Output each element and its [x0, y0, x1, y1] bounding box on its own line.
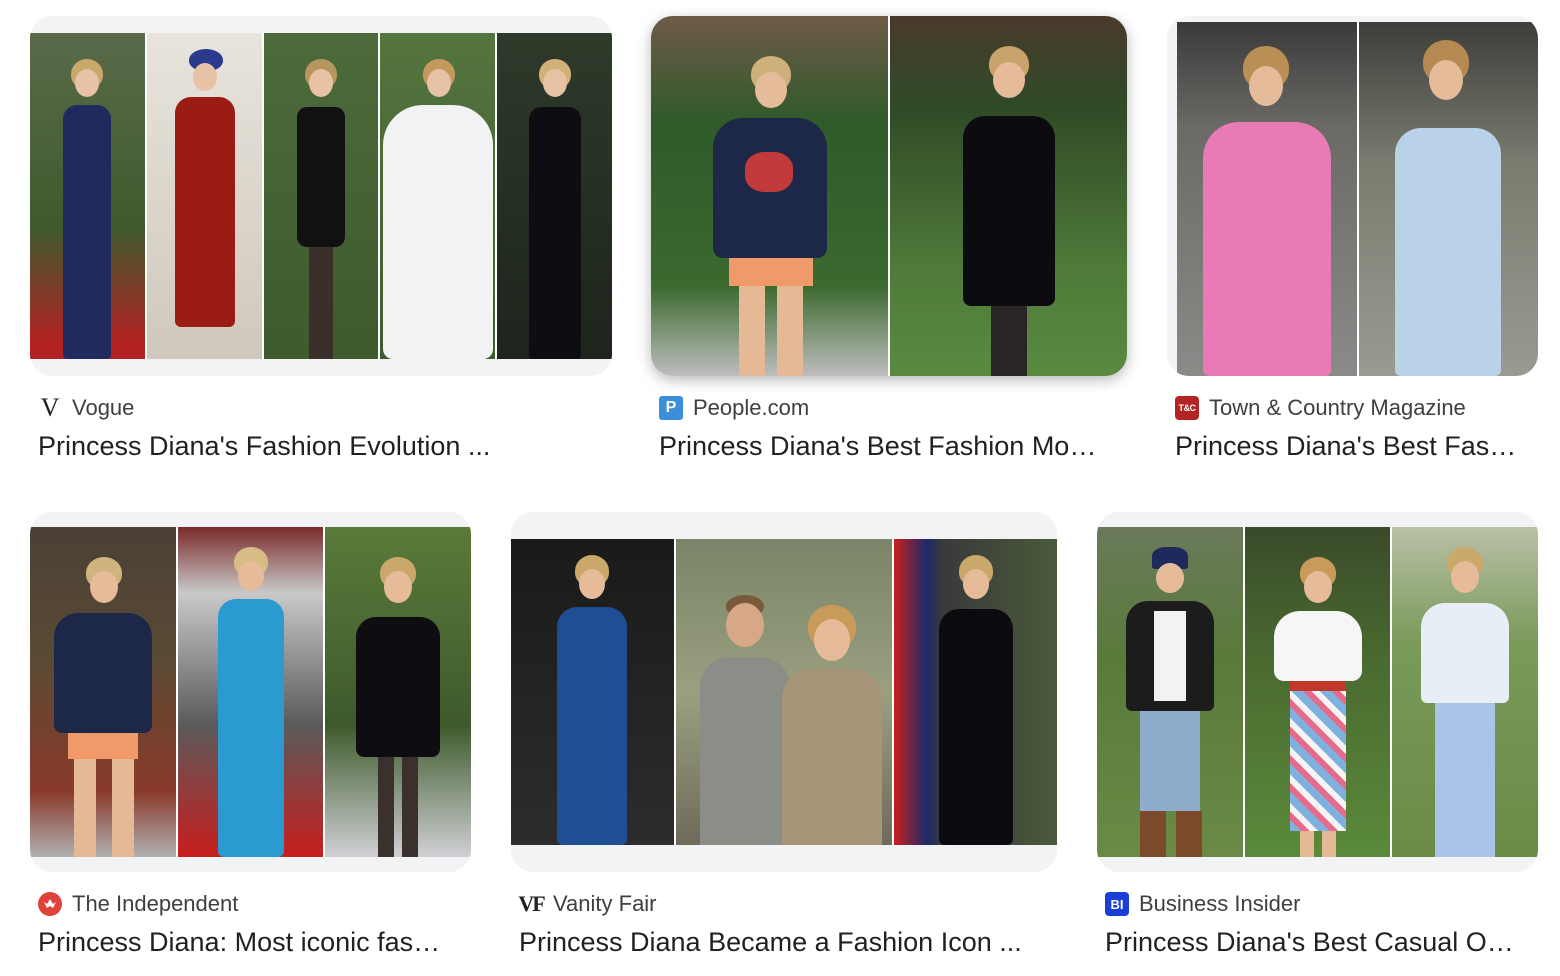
image-result-card[interactable]: T&C Town & Country Magazine Princess Dia… [1167, 16, 1538, 476]
source-name: People.com [693, 395, 810, 420]
result-source[interactable]: The Independent [38, 891, 238, 917]
business-insider-logo-icon: BI [1105, 892, 1129, 916]
result-title[interactable]: Princess Diana's Best Fashion Mo… [659, 429, 1119, 463]
image-thumbnail[interactable] [651, 16, 1127, 376]
source-name: Vogue [72, 395, 135, 420]
people-logo-icon: P [659, 396, 683, 420]
independent-eagle-icon [38, 892, 62, 916]
image-result-card[interactable]: V Vogue Princess Diana's Fashion Evoluti… [30, 16, 612, 476]
image-thumbnail[interactable] [511, 512, 1057, 872]
image-result-card[interactable]: BI Business Insider Princess Diana's Bes… [1097, 512, 1538, 972]
result-source[interactable]: VF Vanity Fair [518, 891, 657, 917]
result-source[interactable]: P People.com [659, 395, 809, 421]
image-thumbnail[interactable] [30, 512, 471, 872]
thumbnail-photo [30, 527, 471, 857]
result-source[interactable]: BI Business Insider [1105, 891, 1300, 917]
image-result-card[interactable]: P People.com Princess Diana's Best Fashi… [651, 16, 1127, 476]
image-result-card[interactable]: VF Vanity Fair Princess Diana Became a F… [511, 512, 1057, 972]
result-title[interactable]: Princess Diana's Best Fas… [1175, 429, 1530, 463]
result-title[interactable]: Princess Diana: Most iconic fas… [38, 925, 463, 959]
town-and-country-logo-icon: T&C [1175, 396, 1199, 420]
source-name: Town & Country Magazine [1209, 395, 1466, 420]
result-title[interactable]: Princess Diana's Fashion Evolution ... [38, 429, 598, 463]
result-source[interactable]: T&C Town & Country Magazine [1175, 395, 1466, 421]
source-name: The Independent [72, 891, 239, 916]
thumbnail-photo [1177, 22, 1538, 376]
image-thumbnail[interactable] [30, 16, 612, 376]
vogue-logo-icon: V [40, 393, 60, 422]
thumbnail-photo [651, 16, 1127, 376]
source-name: Business Insider [1139, 891, 1301, 916]
source-name: Vanity Fair [553, 891, 657, 916]
thumbnail-photo [1097, 527, 1538, 857]
image-thumbnail[interactable] [1167, 16, 1538, 376]
vanity-fair-logo-icon: VF [518, 891, 545, 916]
result-title[interactable]: Princess Diana's Best Casual O… [1105, 925, 1530, 959]
thumbnail-photo [511, 539, 1057, 845]
result-source[interactable]: V Vogue [38, 393, 135, 422]
result-title[interactable]: Princess Diana Became a Fashion Icon ... [519, 925, 1049, 959]
thumbnail-photo [30, 33, 612, 359]
image-result-card[interactable]: The Independent Princess Diana: Most ico… [30, 512, 471, 972]
image-thumbnail[interactable] [1097, 512, 1538, 872]
